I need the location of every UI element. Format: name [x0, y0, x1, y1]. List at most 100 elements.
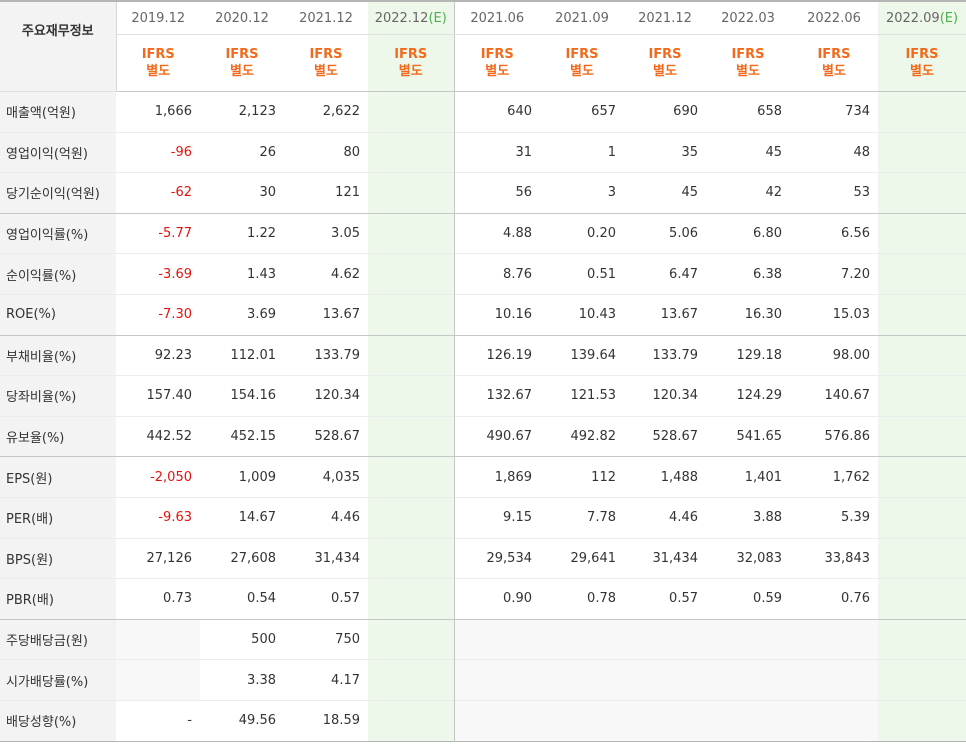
- period-label: 2022.12: [374, 10, 429, 26]
- ifrs-basis-text: 별도: [398, 64, 423, 79]
- row-label: 순이익률(%): [0, 253, 116, 295]
- table-cell: [368, 172, 455, 214]
- table-cell: -2,050: [116, 456, 200, 498]
- table-cell: [878, 618, 966, 660]
- table-cell: 4.17: [284, 659, 368, 701]
- table-row: EPS(원) -2,050 1,009 4,035 1,869 112 1,488 1,401…: [0, 456, 966, 498]
- period-header: 2021.09: [540, 1, 624, 35]
- table-row: PBR(배) 0.73 0.54 0.57 0.90 0.78 0.57 0.59 0.76: [0, 578, 966, 620]
- row-label: PER(배): [0, 496, 116, 539]
- table-cell: [878, 172, 966, 214]
- table-cell: [878, 375, 966, 417]
- table-cell: 14.67: [200, 496, 284, 539]
- table-cell: 29,534: [454, 537, 540, 579]
- table-cell: [878, 496, 966, 539]
- table-cell: 121.53: [540, 375, 624, 417]
- table-cell: [116, 618, 200, 660]
- table-cell: 42: [706, 172, 790, 214]
- ifrs-basis-text: 별도: [570, 64, 594, 79]
- table-cell: 112: [540, 456, 624, 498]
- table-cell: 157.40: [116, 375, 200, 417]
- table-cell: 26: [200, 131, 284, 173]
- table-cell: [368, 131, 455, 173]
- period-label: 2021.06: [470, 10, 525, 26]
- ifrs-basis-text: 별도: [485, 64, 510, 79]
- table-cell: 442.52: [116, 415, 200, 457]
- table-cell: [540, 699, 624, 741]
- table-cell: 541.65: [706, 415, 790, 457]
- period-header-row: 주요재무정보 2019.12 2020.12 2021.12 2022.12(E) 20…: [0, 1, 966, 92]
- table-cell: 140.67: [790, 375, 878, 417]
- table-cell: [878, 537, 966, 579]
- table-cell: [878, 334, 966, 376]
- ifrs-label: IFRS 별도: [790, 34, 878, 92]
- ifrs-standard-text: IFRS: [731, 47, 765, 62]
- table-cell: 492.82: [540, 415, 624, 457]
- table-cell: 452.15: [200, 415, 284, 457]
- table-cell: [878, 293, 966, 336]
- table-cell: [706, 618, 790, 660]
- row-label: 매출액(억원): [0, 91, 116, 133]
- table-cell: 112.01: [200, 334, 284, 376]
- table-cell: [624, 699, 706, 741]
- period-label: 2020.12: [215, 10, 269, 26]
- table-cell: 1,666: [116, 91, 200, 133]
- table-cell: -96: [116, 131, 200, 173]
- period-label: 2022.06: [807, 10, 861, 26]
- row-label: 영업이익률(%): [0, 212, 116, 254]
- table-cell: 528.67: [624, 415, 706, 457]
- table-cell: 18.59: [284, 699, 368, 741]
- table-cell: [878, 131, 966, 173]
- table-cell: [540, 618, 624, 660]
- table-cell: 6.38: [706, 253, 790, 295]
- table-cell: 35: [624, 131, 706, 173]
- table-cell: 132.67: [454, 375, 540, 417]
- ifrs-basis-text: 별도: [822, 64, 846, 79]
- period-header: 2022.06: [790, 1, 878, 35]
- ifrs-basis-text: 별도: [146, 64, 171, 79]
- table-cell: 45: [624, 172, 706, 214]
- table-cell: 1,762: [790, 456, 878, 498]
- table-cell: 29,641: [540, 537, 624, 579]
- table-cell: 3.05: [284, 212, 368, 254]
- period-header: 2021.06: [454, 1, 540, 35]
- table-row: PER(배) -9.63 14.67 4.46 9.15 7.78 4.46 3.88 5.39: [0, 496, 966, 539]
- period-label: 2021.09: [555, 10, 609, 26]
- period-label: 2022.03: [721, 10, 775, 26]
- table-cell: 0.76: [790, 578, 878, 620]
- table-cell: [368, 699, 455, 741]
- table-cell: 0.51: [540, 253, 624, 295]
- ifrs-standard-text: IFRS: [309, 47, 343, 62]
- table-cell: 32,083: [706, 537, 790, 579]
- table-cell: [368, 496, 455, 539]
- table-cell: [368, 456, 455, 498]
- table-cell: 9.15: [454, 496, 540, 539]
- row-label: 부채비율(%): [0, 334, 116, 376]
- table-row: 주당배당금(원) 500 750: [0, 618, 966, 660]
- estimate-mark: (E): [939, 10, 959, 26]
- table-cell: 576.86: [790, 415, 878, 457]
- period-label: 2022.09: [885, 10, 940, 26]
- table-cell: 0.78: [540, 578, 624, 620]
- table-cell: [368, 253, 455, 295]
- table-cell: 133.79: [284, 334, 368, 376]
- period-label: 2019.12: [131, 10, 186, 26]
- table-cell: 31,434: [284, 537, 368, 579]
- table-cell: 1: [540, 131, 624, 173]
- ifrs-standard-text: IFRS: [480, 47, 514, 62]
- table-cell: 16.30: [706, 293, 790, 336]
- table-cell: 6.47: [624, 253, 706, 295]
- ifrs-label: IFRS 별도: [368, 34, 455, 92]
- table-cell: 1.43: [200, 253, 284, 295]
- row-label: 시가배당률(%): [0, 659, 116, 701]
- table-cell: 4.46: [624, 496, 706, 539]
- table-cell: [878, 253, 966, 295]
- table-cell: [368, 578, 455, 620]
- ifrs-label: IFRS 별도: [540, 34, 624, 92]
- ifrs-standard-text: IFRS: [905, 47, 939, 62]
- table-cell: 0.57: [284, 578, 368, 620]
- table-cell: 2,123: [200, 91, 284, 133]
- table-cell: [368, 334, 455, 376]
- table-cell: 3: [540, 172, 624, 214]
- table-body: 매출액(억원) 1,666 2,123 2,622 640 657 690 658 734 영업이…: [0, 91, 966, 741]
